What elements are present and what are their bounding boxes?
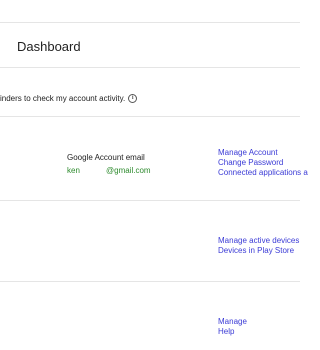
devices-divider <box>0 281 300 282</box>
reminder-text: inders to check my account activity. <box>0 94 126 103</box>
reminder-divider <box>0 116 300 117</box>
manage-active-devices-link[interactable]: Manage active devices <box>218 236 299 246</box>
account-divider <box>0 200 300 201</box>
account-email-domain: @gmail.com <box>106 166 151 175</box>
help-link[interactable]: Help <box>218 327 247 337</box>
devices-links: Manage active devices Devices in Play St… <box>218 236 299 256</box>
account-email-label: Google Account email <box>67 153 145 162</box>
page-title: Dashboard <box>17 39 81 54</box>
activity-reminder: inders to check my account activity. i <box>0 94 138 103</box>
manage-account-link[interactable]: Manage Account <box>218 148 308 158</box>
account-email-user: ken <box>67 166 80 175</box>
account-links: Manage Account Change Password Connected… <box>218 148 308 178</box>
top-divider <box>0 22 300 23</box>
devices-in-play-store-link[interactable]: Devices in Play Store <box>218 246 299 256</box>
third-section-links: Manage Help <box>218 317 247 337</box>
connected-applications-link[interactable]: Connected applications a <box>218 168 308 178</box>
info-icon[interactable]: i <box>128 94 138 103</box>
change-password-link[interactable]: Change Password <box>218 158 308 168</box>
manage-link[interactable]: Manage <box>218 317 247 327</box>
header-divider <box>0 67 300 68</box>
